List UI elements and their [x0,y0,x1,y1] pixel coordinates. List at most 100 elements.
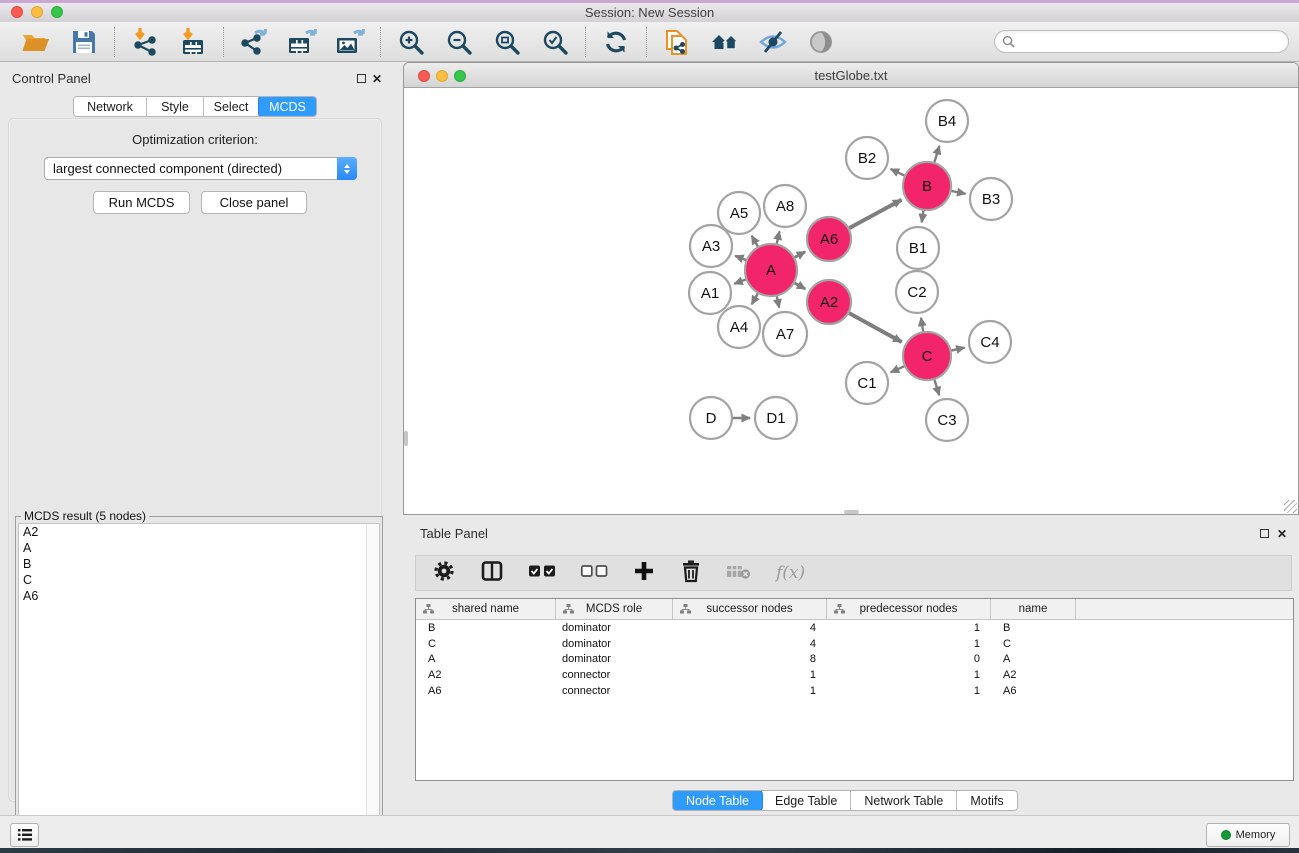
table-cell[interactable]: 0 [827,651,991,667]
graph-edge[interactable] [935,380,940,395]
mcds-result-list[interactable]: A2ABCA6 [18,523,380,850]
table-row[interactable]: A6connector11A6 [416,683,1293,699]
graph-node[interactable]: C2 [896,271,938,313]
graph-node[interactable]: B [903,162,951,210]
mcds-result-item[interactable]: A6 [19,588,379,604]
table-cell[interactable]: A2 [991,667,1076,683]
graph-edge[interactable] [921,318,923,332]
resize-handle[interactable] [1284,500,1297,513]
delete-column-icon[interactable] [680,559,702,588]
search-field[interactable] [994,30,1289,53]
tab-network-table[interactable]: Network Table [851,791,957,810]
table-cell[interactable]: 4 [673,620,827,636]
graph-edge[interactable] [777,296,779,307]
settings-icon[interactable] [432,559,456,588]
table-cell[interactable]: A2 [416,667,556,683]
graph-edge[interactable] [795,252,805,258]
network-canvas[interactable]: B4B2BB3A5A8A6B1A3AA1C2A2A4A7C4CC1C3DD1 [404,88,1298,514]
graph-edge[interactable] [922,211,924,223]
delete-table-icon[interactable] [726,562,752,585]
graph-edge[interactable] [951,348,964,351]
column-header[interactable]: predecessor nodes [827,599,991,619]
table-cell[interactable]: B [991,620,1076,636]
graph-node[interactable]: A7 [763,312,807,356]
graph-node[interactable]: A8 [764,185,806,227]
close-panel-icon[interactable]: ✕ [372,72,382,86]
graph-node[interactable]: B3 [970,178,1012,220]
close-panel-button[interactable]: Close panel [201,191,307,214]
graph-edge[interactable] [891,366,905,372]
search-input[interactable] [1019,35,1288,49]
graph-edge[interactable] [752,294,758,305]
graph-edge[interactable] [849,200,901,228]
import-network-icon[interactable] [128,26,162,58]
graph-node[interactable]: D [690,397,732,439]
graph-node[interactable]: A3 [690,225,732,267]
show-visibility-icon[interactable] [804,26,838,58]
open-session-icon[interactable] [19,26,53,58]
table-cell[interactable]: A6 [416,683,556,699]
graph-node[interactable]: A1 [689,272,731,314]
export-network-icon[interactable] [237,26,271,58]
close-table-panel-icon[interactable]: ✕ [1277,527,1287,541]
graph-edge[interactable] [849,313,902,342]
home-icon[interactable] [708,26,742,58]
mcds-result-item[interactable]: B [19,556,379,572]
tab-network[interactable]: Network [74,97,147,116]
float-table-panel-icon[interactable] [1260,529,1269,538]
tab-style[interactable]: Style [147,97,204,116]
column-header[interactable]: MCDS role [556,599,673,619]
table-cell[interactable]: A [991,651,1076,667]
tab-edge-table[interactable]: Edge Table [762,791,851,810]
table-cell[interactable]: 1 [827,683,991,699]
horizontal-scroll-thumb[interactable] [844,510,859,514]
table-cell[interactable]: dominator [556,620,673,636]
memory-button[interactable]: Memory [1206,823,1290,847]
graph-edge[interactable] [777,231,780,243]
tab-select[interactable]: Select [204,97,259,116]
table-cell[interactable]: dominator [556,651,673,667]
graph-edge[interactable] [891,169,905,175]
graph-node[interactable]: B4 [926,100,968,142]
table-cell[interactable]: 1 [673,683,827,699]
zoom-fit-icon[interactable] [490,26,524,58]
mcds-result-item[interactable]: A [19,540,379,556]
deselect-all-checkboxes-icon[interactable] [580,563,608,584]
table-row[interactable]: Adominator80A [416,651,1293,667]
table-cell[interactable]: A [416,651,556,667]
select-all-checkboxes-icon[interactable] [528,563,556,584]
column-layout-icon[interactable] [480,559,504,588]
table-row[interactable]: Bdominator41B [416,620,1293,636]
graph-node[interactable]: A [745,244,797,296]
table-cell[interactable]: 1 [673,667,827,683]
vertical-scroll-thumb[interactable] [404,431,408,446]
criterion-select[interactable]: largest connected component (directed) [44,157,357,180]
hide-visibility-icon[interactable] [756,26,790,58]
zoom-out-icon[interactable] [442,26,476,58]
table-row[interactable]: A2connector11A2 [416,667,1293,683]
save-session-icon[interactable] [67,26,101,58]
export-image-icon[interactable] [333,26,367,58]
graph-node[interactable]: A5 [718,192,760,234]
graph-node[interactable]: A6 [807,217,851,261]
tab-mcds[interactable]: MCDS [258,96,317,117]
table-cell[interactable]: 8 [673,651,827,667]
mcds-result-item[interactable]: A2 [19,524,379,540]
table-cell[interactable]: C [416,636,556,652]
table-cell[interactable]: 1 [827,667,991,683]
graph-node[interactable]: A2 [807,280,851,324]
graph-node[interactable]: B1 [897,227,939,269]
graph-edge[interactable] [795,283,806,289]
graph-edge[interactable] [752,236,758,247]
add-column-icon[interactable] [632,559,656,588]
table-cell[interactable]: 1 [827,620,991,636]
import-table-icon[interactable] [176,26,210,58]
tab-motifs[interactable]: Motifs [957,791,1016,810]
table-cell[interactable]: 1 [827,636,991,652]
network-window-titlebar[interactable]: testGlobe.txt [404,63,1298,88]
result-scrollbar[interactable] [366,524,379,849]
graph-node[interactable]: A4 [718,306,760,348]
graph-node[interactable]: C4 [969,321,1011,363]
run-mcds-button[interactable]: Run MCDS [93,191,190,214]
table-cell[interactable]: B [416,620,556,636]
